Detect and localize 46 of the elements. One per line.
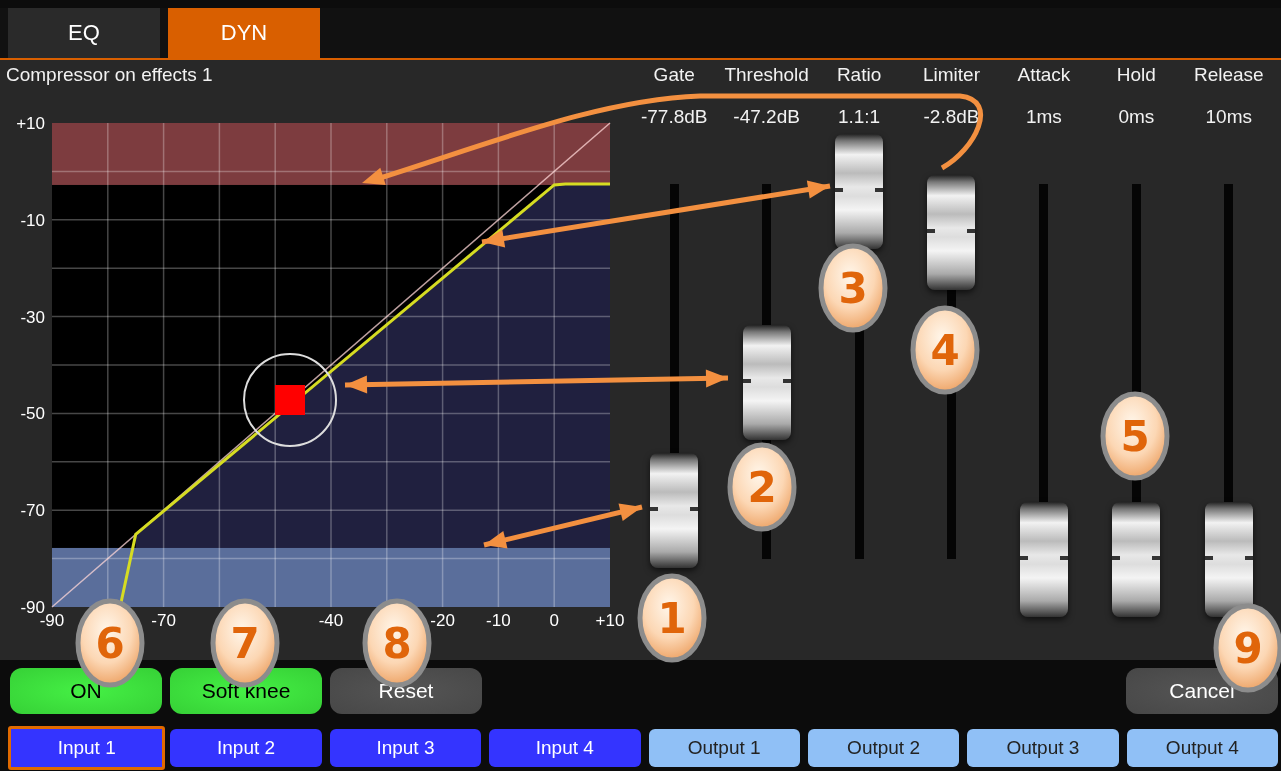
channel-button[interactable]: Input 2 [167, 726, 325, 770]
axis-label: 0 [549, 611, 559, 630]
callout-badge: 2 [727, 442, 797, 532]
fader-label: Ratio [836, 63, 882, 87]
fader-thumb[interactable] [1019, 501, 1068, 617]
axis-label: +10 [595, 611, 625, 630]
panel-title: Compressor on effects 1 [5, 63, 214, 87]
axis-label: -30 [20, 307, 45, 327]
fader-label: Limiter [923, 63, 980, 87]
fader-thumb[interactable] [1112, 501, 1161, 617]
fader-value: -47.2dB [733, 105, 800, 129]
axis-label: +10 [16, 114, 45, 133]
fader-label: Threshold [724, 63, 809, 87]
fader-value: 1.1:1 [837, 105, 881, 129]
fader-value: -77.8dB [640, 105, 708, 129]
callout-badge: 1 [637, 573, 707, 663]
callout-badge: 3 [818, 243, 888, 333]
fader-value: -2.8dB [923, 105, 980, 129]
channel-button[interactable]: Output 3 [964, 726, 1122, 770]
fader-value: 1ms [1025, 105, 1062, 129]
channel-button[interactable]: Input 4 [486, 726, 644, 770]
axis-label: -40 [318, 611, 344, 630]
axis-label: -10 [20, 210, 45, 230]
channel-button[interactable]: Input 1 [8, 726, 166, 770]
fader-label: Release [1193, 63, 1264, 87]
fader-label: Hold [1116, 63, 1156, 87]
fader-thumb[interactable] [927, 175, 976, 291]
fader-thumb[interactable] [835, 134, 884, 249]
callout-badge: 5 [1100, 391, 1170, 481]
fader-thumb[interactable] [650, 452, 699, 568]
fader-thumb[interactable] [1204, 501, 1253, 617]
axis-label: -70 [151, 611, 176, 630]
axis-label: -10 [486, 611, 511, 630]
axis-label: -90 [20, 598, 45, 617]
threshold-handle[interactable] [243, 353, 337, 447]
fader-thumb[interactable] [742, 325, 791, 441]
axis-label: -20 [430, 611, 455, 630]
callout-badge: 4 [910, 305, 980, 395]
tab[interactable]: DYN [168, 8, 320, 58]
axis-label: -70 [20, 501, 45, 521]
fader-value: 10ms [1205, 105, 1252, 129]
fader-label: Attack [1017, 63, 1071, 87]
fader-value: 0ms [1118, 105, 1155, 129]
fader-label: Gate [653, 63, 695, 87]
tab[interactable]: EQ [8, 8, 160, 58]
axis-label: -50 [20, 404, 45, 424]
